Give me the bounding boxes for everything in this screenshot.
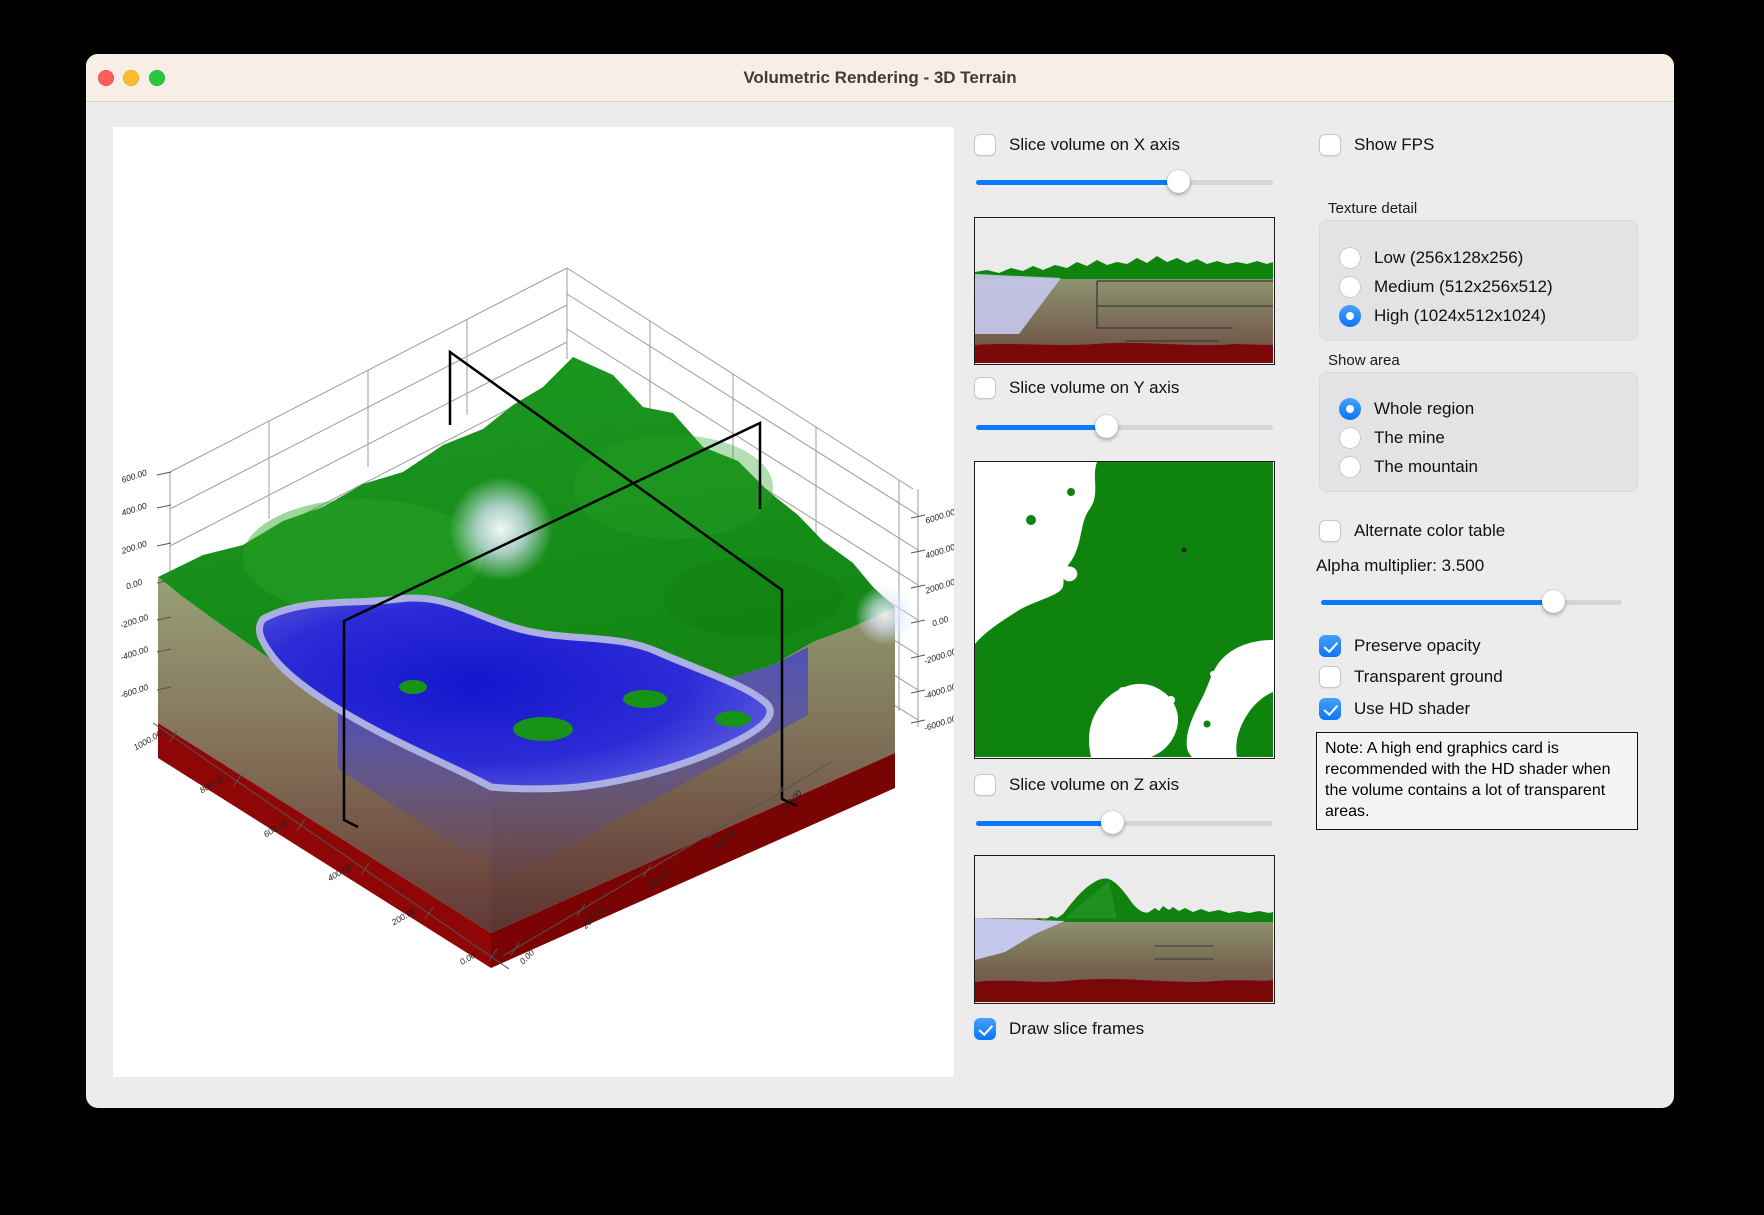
slice-z-preview-image: [975, 856, 1273, 1002]
transparent-ground-label: Transparent ground: [1354, 667, 1503, 687]
axis-tick-label: 4000.00: [924, 542, 954, 561]
radio-icon[interactable]: [1339, 456, 1361, 478]
slice-z-slider[interactable]: [974, 811, 1275, 835]
radio-area-the-mountain[interactable]: The mountain: [1339, 452, 1637, 481]
preserve-opacity-checkbox[interactable]: [1319, 635, 1341, 657]
draw-slice-frames-row: Draw slice frames: [974, 1017, 1144, 1041]
hd-shader-note: Note: A high end graphics card is recomm…: [1316, 732, 1638, 830]
slider-thumb[interactable]: [1167, 170, 1190, 193]
zoom-button[interactable]: [149, 70, 165, 86]
radio-label: High (1024x512x1024): [1374, 306, 1546, 326]
axis-tick-label: -400.00: [119, 644, 150, 663]
slice-x-preview: [974, 217, 1275, 365]
radio-texture-high[interactable]: High (1024x512x1024): [1339, 301, 1637, 330]
radio-icon[interactable]: [1339, 276, 1361, 298]
axis-tick-label: 0.00: [931, 614, 950, 629]
axis-tick-label: -6000.00: [923, 713, 954, 733]
axis-tick-label: 0.00: [125, 577, 144, 592]
radio-icon[interactable]: [1339, 427, 1361, 449]
draw-slice-frames-checkbox[interactable]: [974, 1018, 996, 1040]
terrain-block: [158, 357, 915, 968]
alpha-multiplier-label: Alpha multiplier: 3.500: [1316, 556, 1484, 576]
close-button[interactable]: [98, 70, 114, 86]
window-title: Volumetric Rendering - 3D Terrain: [86, 54, 1674, 101]
hd-shader-checkbox[interactable]: [1319, 698, 1341, 720]
radio-icon[interactable]: [1339, 247, 1361, 269]
slice-z-label: Slice volume on Z axis: [1009, 775, 1179, 795]
radio-label: Whole region: [1374, 399, 1474, 419]
preserve-opacity-label: Preserve opacity: [1354, 636, 1481, 656]
axis-tick-label: 600.00: [120, 467, 148, 485]
axis-tick-label: 400.00: [120, 500, 148, 518]
radio-texture-low[interactable]: Low (256x128x256): [1339, 243, 1637, 272]
axis-tick-label: -2000.00: [923, 646, 954, 666]
axis-tick-label: 6000.00: [924, 507, 954, 526]
radio-label: The mountain: [1374, 457, 1478, 477]
alternate-color-checkbox[interactable]: [1319, 520, 1341, 542]
show-area-heading: Show area: [1328, 352, 1400, 369]
axis-tick-label: 2000.00: [923, 577, 954, 596]
terrain-3d-view: 600.00 400.00 200.00 0.00 -200.00 -400.0…: [113, 127, 954, 1077]
slice-y-preview-image: [975, 462, 1273, 757]
hd-shader-label: Use HD shader: [1354, 699, 1470, 719]
slice-y-preview: [974, 461, 1275, 759]
slice-z-row: Slice volume on Z axis: [974, 773, 1179, 797]
app-window: Volumetric Rendering - 3D Terrain: [86, 54, 1674, 1108]
slice-y-label: Slice volume on Y axis: [1009, 378, 1179, 398]
transparent-ground-checkbox[interactable]: [1319, 666, 1341, 688]
radio-texture-medium[interactable]: Medium (512x256x512): [1339, 272, 1637, 301]
minimize-button[interactable]: [123, 70, 139, 86]
draw-slice-frames-label: Draw slice frames: [1009, 1019, 1144, 1039]
slider-thumb[interactable]: [1095, 415, 1118, 438]
axis-tick-label: 200.00: [119, 538, 148, 556]
radio-label: Medium (512x256x512): [1374, 277, 1553, 297]
slice-z-preview: [974, 855, 1275, 1004]
transparent-ground-row: Transparent ground: [1319, 665, 1503, 689]
slider-fill: [976, 425, 1108, 430]
show-fps-checkbox[interactable]: [1319, 134, 1341, 156]
hd-shader-row: Use HD shader: [1319, 697, 1470, 721]
slider-fill: [976, 180, 1181, 185]
radio-icon[interactable]: [1339, 398, 1361, 420]
radio-label: Low (256x128x256): [1374, 248, 1523, 268]
preserve-opacity-row: Preserve opacity: [1319, 634, 1481, 658]
radio-area-the-mine[interactable]: The mine: [1339, 423, 1637, 452]
show-fps-label: Show FPS: [1354, 135, 1434, 155]
slice-x-slider[interactable]: [974, 170, 1275, 194]
texture-detail-group: Low (256x128x256) Medium (512x256x512) H…: [1319, 220, 1638, 341]
alternate-color-row: Alternate color table: [1319, 519, 1505, 543]
slider-fill: [976, 821, 1114, 826]
axis-tick-label: -600.00: [119, 682, 150, 701]
radio-icon[interactable]: [1339, 305, 1361, 327]
show-area-group: Whole region The mine The mountain: [1319, 372, 1638, 492]
slice-y-row: Slice volume on Y axis: [974, 376, 1179, 400]
slice-x-preview-image: [975, 218, 1273, 363]
show-fps-row: Show FPS: [1319, 133, 1434, 157]
alpha-multiplier-slider[interactable]: [1319, 590, 1624, 614]
axis-tick-label: -200.00: [119, 612, 150, 631]
slice-x-row: Slice volume on X axis: [974, 133, 1180, 157]
radio-label: The mine: [1374, 428, 1445, 448]
slider-fill: [1321, 600, 1556, 605]
slice-y-slider[interactable]: [974, 415, 1275, 439]
terrain-3d-viewport[interactable]: 600.00 400.00 200.00 0.00 -200.00 -400.0…: [113, 127, 954, 1077]
slice-x-checkbox[interactable]: [974, 134, 996, 156]
slice-y-checkbox[interactable]: [974, 377, 996, 399]
slice-z-checkbox[interactable]: [974, 774, 996, 796]
slice-x-label: Slice volume on X axis: [1009, 135, 1180, 155]
slider-thumb[interactable]: [1101, 811, 1124, 834]
texture-detail-heading: Texture detail: [1328, 200, 1417, 217]
slider-thumb[interactable]: [1542, 590, 1565, 613]
radio-area-whole-region[interactable]: Whole region: [1339, 394, 1637, 423]
title-bar: Volumetric Rendering - 3D Terrain: [86, 54, 1674, 102]
alternate-color-label: Alternate color table: [1354, 521, 1505, 541]
axis-tick-label: -4000.00: [923, 681, 954, 701]
